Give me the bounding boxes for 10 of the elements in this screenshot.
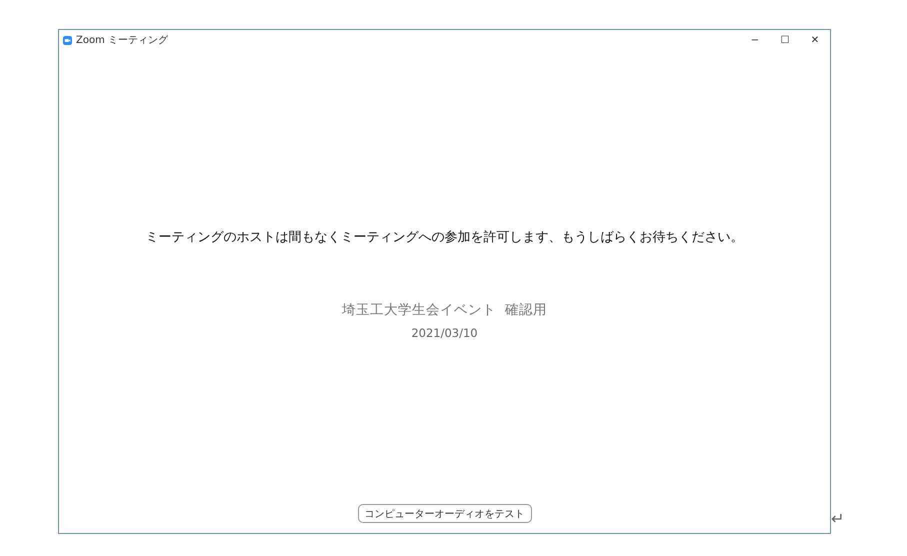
test-audio-button[interactable]: コンピューターオーディオをテスト (358, 504, 532, 523)
meeting-date: 2021/03/10 (411, 326, 478, 340)
return-mark: ↵ (831, 509, 844, 528)
maximize-button[interactable]: ☐ (770, 30, 800, 50)
meeting-topic: 埼玉工大学生会イベント 確認用 (342, 301, 547, 319)
waiting-message: ミーティングのホストは間もなくミーティングへの参加を許可します、もうしばらくお待ちください。 (146, 229, 744, 246)
window-title: Zoom ミーティング (76, 34, 170, 47)
camera-icon (63, 36, 72, 44)
minimize-button[interactable]: − (740, 30, 770, 50)
close-button[interactable]: ✕ (800, 30, 830, 50)
